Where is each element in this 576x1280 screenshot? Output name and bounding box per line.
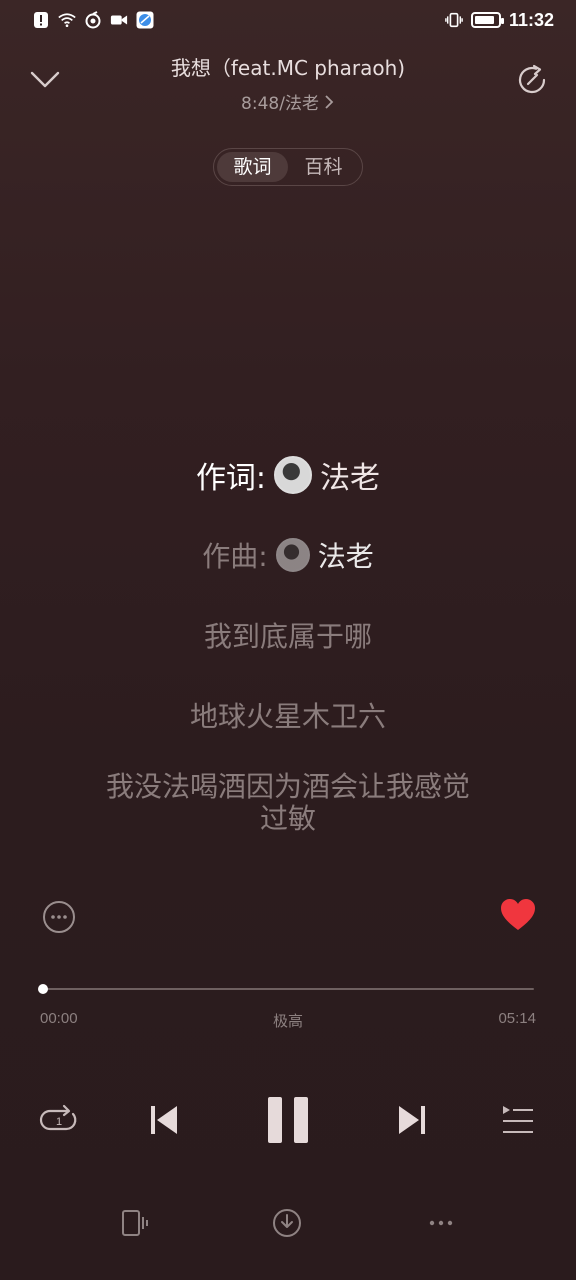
progress-slider[interactable] (38, 984, 534, 996)
playlist-icon (503, 1106, 533, 1133)
download-button[interactable] (270, 1206, 304, 1240)
artist-link[interactable]: 8:48/法老 (241, 89, 335, 114)
composer-name[interactable]: 法老 (318, 535, 374, 575)
artist-avatar[interactable] (274, 456, 313, 494)
video-icon (110, 11, 128, 29)
lyricist-name[interactable]: 法老 (320, 453, 380, 497)
like-button[interactable] (500, 898, 536, 932)
vibrate-icon (445, 11, 463, 29)
progress-track[interactable] (40, 988, 534, 990)
lyric-line: 我没法喝酒因为酒会让我感觉 过敏 (0, 771, 576, 835)
more-circle-icon (43, 901, 75, 933)
player-header: 我想（feat.MC pharaoh) 8:48/法老 (0, 46, 576, 126)
repeat-one-icon: 1 (39, 1104, 77, 1131)
wifi-icon (58, 11, 76, 29)
battery-fill (474, 16, 494, 24)
device-icon (122, 1210, 148, 1236)
device-button[interactable] (118, 1206, 152, 1240)
pause-icon (268, 1097, 308, 1143)
browser-icon (136, 11, 154, 29)
playback-controls: 1 (0, 1090, 576, 1150)
status-icons-left (32, 11, 154, 29)
status-time: 11:32 (508, 9, 554, 30)
song-info: 我想（feat.MC pharaoh) 8:48/法老 (0, 52, 576, 114)
lyric-line-lyricist: 作词: 法老 (0, 435, 576, 515)
time-row: 00:00 极高 05:14 (40, 1010, 536, 1032)
status-bar: 11:32 (0, 0, 576, 40)
skip-previous-icon (151, 1106, 177, 1134)
lyrics-panel[interactable]: 作词: 法老 作曲: 法老 我到底属于哪 地球火星木卫六 我没法喝酒因为酒会让我… (0, 435, 576, 835)
artist-avatar[interactable] (275, 538, 310, 572)
repeat-one-button[interactable]: 1 (36, 1090, 80, 1150)
lyric-line: 地球火星木卫六 (189, 700, 386, 733)
lyrics-tabs: 歌词 百科 (213, 148, 363, 186)
status-icons-right: 11:32 (445, 10, 554, 31)
battery-icon (470, 12, 504, 28)
lyric-line-part: 过敏 (259, 802, 316, 835)
more-options-button[interactable] (42, 900, 76, 934)
share-button[interactable] (514, 62, 550, 98)
pause-button[interactable] (262, 1090, 314, 1150)
chevron-right-icon (325, 94, 334, 109)
tab-encyclopedia[interactable]: 百科 (288, 152, 359, 182)
progress-thumb[interactable] (38, 984, 48, 994)
svg-text:1: 1 (56, 1116, 62, 1128)
song-title: 我想（feat.MC pharaoh) (170, 56, 406, 80)
playlist-button[interactable] (498, 1090, 538, 1150)
lyric-line-composer: 作曲: 法老 (0, 515, 576, 595)
song-actions (0, 896, 576, 936)
download-icon (273, 1209, 301, 1237)
more-horizontal-icon (429, 1220, 453, 1226)
lyric-line: 我到底属于哪 (203, 620, 372, 653)
song-subtitle: 8:48/法老 (241, 94, 319, 114)
skip-next-icon (399, 1106, 425, 1134)
total-time: 05:14 (498, 1010, 536, 1027)
more-button[interactable] (424, 1206, 458, 1240)
quality-button[interactable]: 极高 (273, 1010, 303, 1031)
share-icon (518, 64, 546, 94)
current-time: 00:00 (40, 1010, 78, 1027)
heart-icon (501, 899, 535, 930)
composer-label: 作曲: (202, 540, 268, 573)
lyricist-label: 作词: (195, 461, 267, 496)
bottom-toolbar (0, 1200, 576, 1244)
previous-button[interactable] (144, 1090, 184, 1150)
tab-lyrics[interactable]: 歌词 (217, 152, 288, 182)
next-button[interactable] (392, 1090, 432, 1150)
lyric-line-part: 我没法喝酒因为酒会让我感觉 (105, 770, 470, 803)
app-icon (84, 11, 102, 29)
alert-icon (32, 11, 50, 29)
